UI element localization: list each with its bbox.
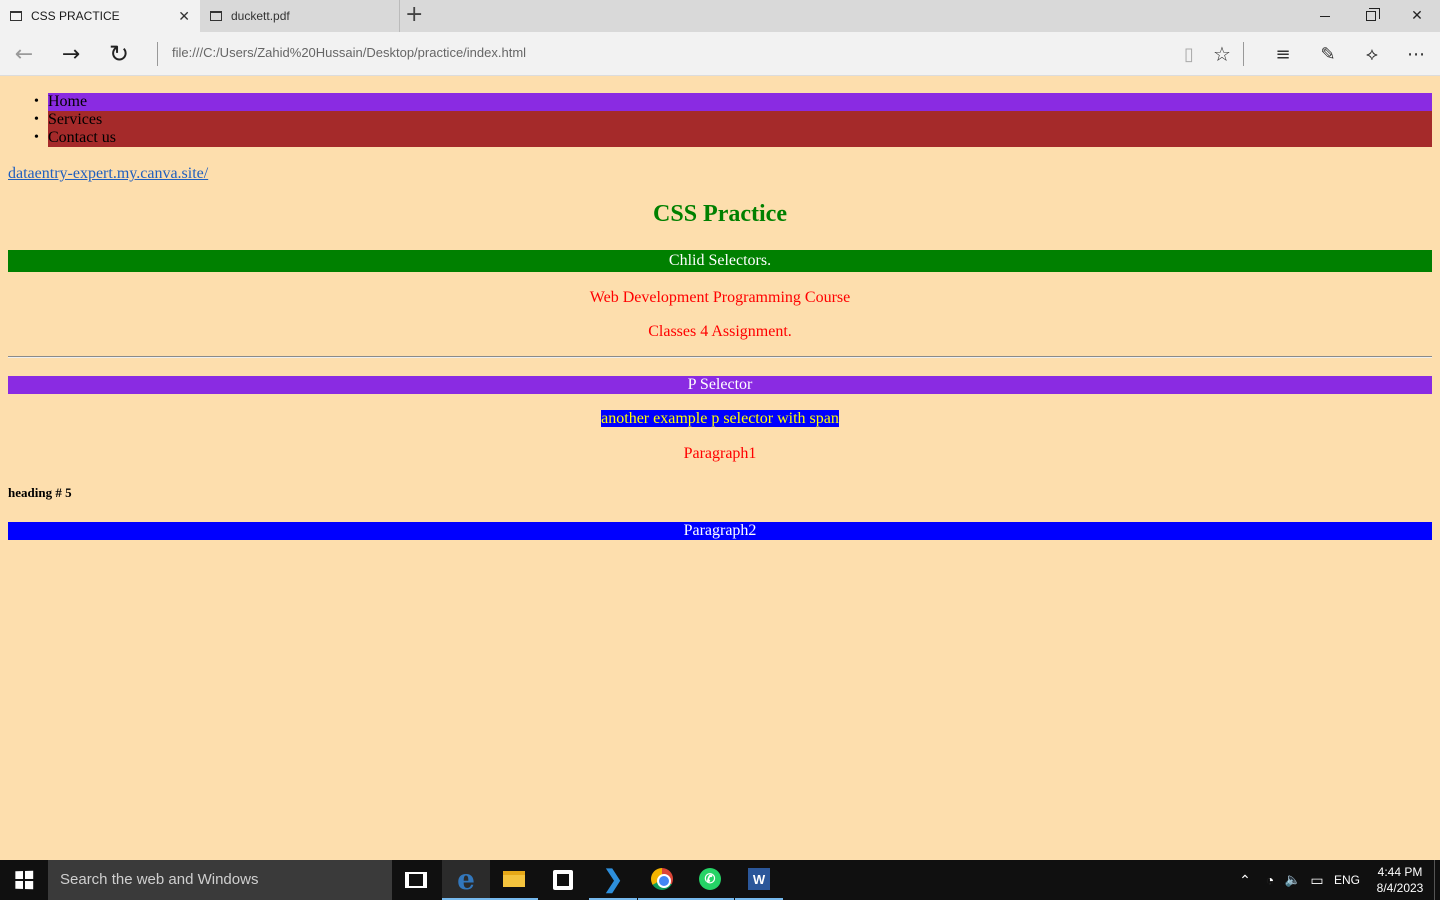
vscode-icon: ❯ bbox=[602, 865, 624, 893]
tab-title: duckett.pdf bbox=[231, 9, 290, 23]
menu-item-contact[interactable]: Contact us bbox=[8, 129, 1432, 147]
task-view-button[interactable] bbox=[392, 860, 440, 900]
clock[interactable]: 4:44 PM 8/4/2023 bbox=[1370, 860, 1430, 900]
tab-bar: CSS PRACTICE ✕ duckett.pdf + ✕ bbox=[0, 0, 1440, 32]
address-bar[interactable]: file:///C:/Users/Zahid%20Hussain/Desktop… bbox=[172, 45, 526, 60]
restore-icon[interactable] bbox=[1348, 0, 1394, 32]
child-selectors-heading: Chlid Selectors. bbox=[8, 250, 1432, 272]
action-center-icon[interactable]: ▭ bbox=[1305, 860, 1329, 900]
tab-title: CSS PRACTICE bbox=[31, 9, 120, 23]
menu-item-home[interactable]: Home bbox=[8, 93, 1432, 111]
page-icon bbox=[210, 11, 222, 21]
volume-muted-icon[interactable]: 🔈 bbox=[1282, 860, 1304, 900]
span-example: another example p selector with span bbox=[601, 410, 839, 427]
taskbar-search-input[interactable]: Search the web and Windows bbox=[48, 860, 392, 900]
assignment-text: Classes 4 Assignment. bbox=[648, 323, 792, 340]
clock-time: 4:44 PM bbox=[1377, 865, 1423, 879]
web-note-icon[interactable]: ✎ bbox=[1306, 32, 1350, 76]
chevron-up-icon[interactable]: ⌃ bbox=[1233, 860, 1257, 900]
language-indicator[interactable]: ENG bbox=[1331, 860, 1363, 900]
store-button[interactable] bbox=[539, 860, 587, 900]
divider bbox=[1243, 42, 1244, 66]
edge-button[interactable]: e bbox=[442, 860, 490, 900]
divider bbox=[157, 42, 158, 66]
more-icon[interactable]: ⋯ bbox=[1394, 32, 1438, 76]
menu-item-label: Contact us bbox=[48, 129, 1432, 147]
task-view-icon bbox=[405, 872, 427, 888]
start-button[interactable] bbox=[0, 860, 48, 900]
hub-icon[interactable]: ≡ bbox=[1261, 32, 1305, 76]
paragraph-2: Paragraph2 bbox=[8, 522, 1432, 540]
course-text: Web Development Programming Course bbox=[589, 289, 851, 306]
span-example-paragraph: another example p selector with span bbox=[8, 410, 1432, 428]
word-button[interactable]: W bbox=[735, 860, 783, 900]
close-tab-icon[interactable]: ✕ bbox=[178, 8, 190, 25]
tab-duckett-pdf[interactable]: duckett.pdf bbox=[200, 0, 400, 32]
page-content: Home Services Contact us dataentry-exper… bbox=[0, 77, 1440, 860]
whatsapp-button[interactable]: ✆ bbox=[686, 860, 734, 900]
nav-menu: Home Services Contact us bbox=[8, 93, 1432, 147]
windows-logo-icon bbox=[15, 870, 34, 890]
page-title: CSS Practice bbox=[653, 201, 787, 227]
show-desktop-button[interactable] bbox=[1434, 860, 1440, 900]
p-selector-heading: P Selector bbox=[8, 376, 1432, 394]
heading-5: heading # 5 bbox=[8, 485, 72, 500]
word-icon: W bbox=[748, 868, 770, 890]
edge-icon: e bbox=[457, 862, 475, 896]
tab-css-practice[interactable]: CSS PRACTICE ✕ bbox=[0, 0, 200, 32]
plus-icon[interactable]: + bbox=[405, 3, 423, 27]
clock-date: 8/4/2023 bbox=[1376, 881, 1424, 895]
site-link[interactable]: dataentry-expert.my.canva.site/ bbox=[8, 165, 208, 183]
paragraph-1: Paragraph1 bbox=[683, 445, 757, 462]
page-icon bbox=[10, 11, 22, 21]
refresh-icon[interactable]: ↻ bbox=[97, 32, 141, 76]
chrome-icon bbox=[651, 868, 673, 890]
menu-item-services[interactable]: Services bbox=[8, 111, 1432, 129]
menu-item-label: Services bbox=[48, 111, 1432, 129]
back-arrow-icon[interactable]: ← bbox=[2, 32, 46, 76]
file-explorer-icon bbox=[503, 871, 525, 887]
close-icon[interactable]: ✕ bbox=[1394, 0, 1440, 32]
vscode-button[interactable]: ❯ bbox=[589, 860, 637, 900]
share-icon[interactable]: ⟡ bbox=[1350, 32, 1394, 76]
store-icon bbox=[553, 870, 573, 890]
chrome-button[interactable] bbox=[638, 860, 686, 900]
navigation-bar: ← → ↻ file:///C:/Users/Zahid%20Hussain/D… bbox=[0, 32, 1440, 76]
whatsapp-icon: ✆ bbox=[699, 868, 721, 890]
minimize-icon[interactable] bbox=[1302, 0, 1348, 32]
forward-arrow-icon[interactable]: → bbox=[49, 32, 93, 76]
horizontal-rule bbox=[8, 356, 1432, 358]
menu-item-label: Home bbox=[48, 93, 1432, 111]
taskbar: Search the web and Windows e ❯ ✆ W ⌃ ◔ 🔈… bbox=[0, 860, 1440, 900]
network-icon[interactable]: ◔ bbox=[1259, 860, 1281, 900]
favorite-star-icon[interactable]: ☆ bbox=[1200, 32, 1244, 76]
file-explorer-button[interactable] bbox=[490, 860, 538, 900]
